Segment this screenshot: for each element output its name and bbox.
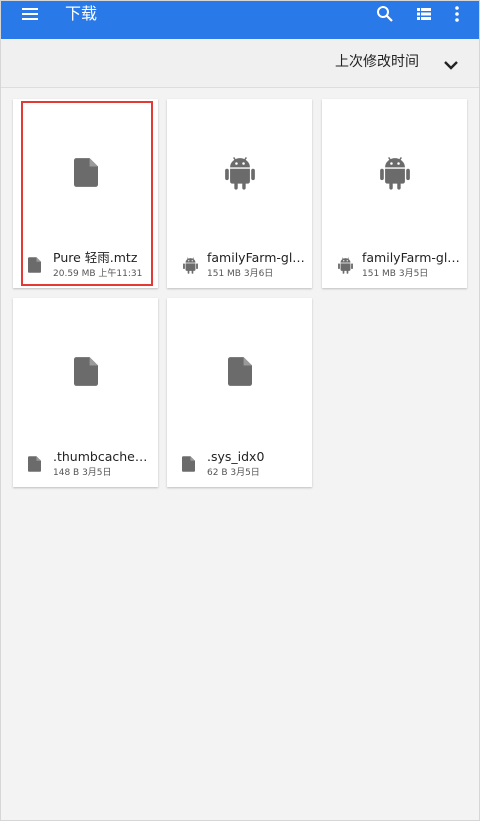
list-view-icon[interactable]: [416, 6, 432, 22]
sort-bar: 上次修改时间: [1, 39, 479, 88]
file-meta: 148 B 3月5日: [53, 468, 112, 478]
file-name: .sys_idx0: [207, 449, 265, 464]
app-bar: 下载: [1, 1, 479, 39]
file-card[interactable]: .thumbcache_0… 148 B 3月5日: [13, 298, 158, 487]
android-small-icon: [337, 257, 354, 278]
file-small-icon: [28, 456, 41, 476]
file-card[interactable]: Pure 轻雨.mtz 20.59 MB 上午11:31: [13, 99, 158, 288]
file-icon: [73, 158, 98, 191]
android-icon: [223, 156, 257, 194]
sort-label[interactable]: 上次修改时间: [335, 52, 419, 72]
file-name: Pure 轻雨.mtz: [53, 250, 138, 265]
file-meta: 20.59 MB 上午11:31: [53, 269, 143, 279]
file-meta: 151 MB 3月6日: [207, 269, 274, 279]
file-name: .thumbcache_0…: [53, 449, 153, 464]
page-title: 下载: [65, 4, 98, 23]
android-icon: [378, 156, 412, 194]
file-icon: [227, 357, 252, 390]
file-card[interactable]: familyFarm-glo… 151 MB 3月6日: [167, 99, 312, 288]
search-icon[interactable]: [376, 5, 394, 23]
file-meta: 151 MB 3月5日: [362, 269, 429, 279]
file-icon: [73, 357, 98, 390]
file-small-icon: [182, 456, 195, 476]
menu-icon[interactable]: [21, 5, 39, 23]
file-small-icon: [28, 257, 41, 277]
file-card[interactable]: familyFarm-glo… 151 MB 3月5日: [322, 99, 467, 288]
chevron-down-icon[interactable]: [443, 56, 459, 70]
file-card[interactable]: .sys_idx0 62 B 3月5日: [167, 298, 312, 487]
app-screen: 下载 上次修改时间 Pure 轻雨.mtz 20.59 MB 上午11:31 f…: [0, 0, 480, 821]
more-vert-icon[interactable]: [453, 5, 461, 23]
file-meta: 62 B 3月5日: [207, 468, 260, 478]
file-name: familyFarm-glo…: [362, 250, 462, 265]
android-small-icon: [182, 257, 199, 278]
file-name: familyFarm-glo…: [207, 250, 307, 265]
